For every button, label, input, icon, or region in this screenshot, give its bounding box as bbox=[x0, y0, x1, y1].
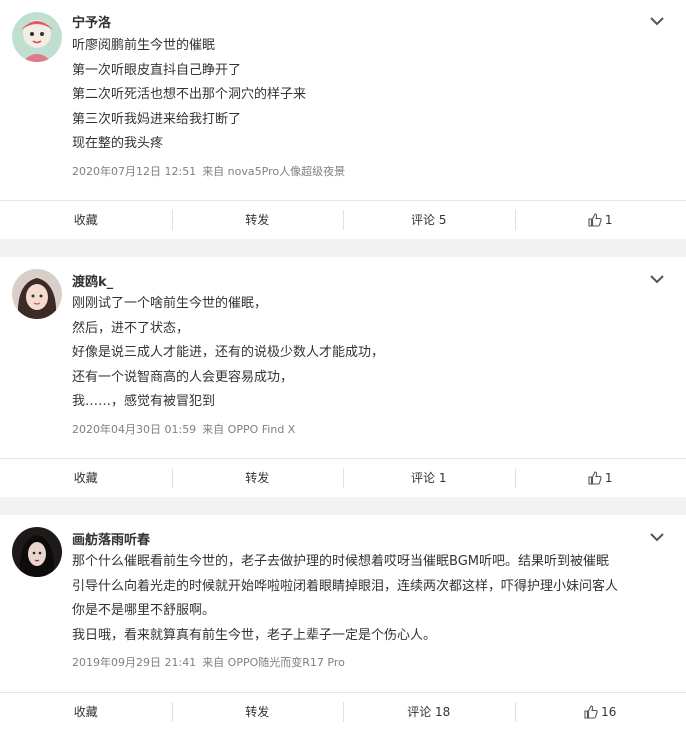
comment-button[interactable]: 评论 18 bbox=[343, 693, 515, 730]
comment-line: 听廖阅鹏前生今世的催眠 bbox=[72, 38, 216, 53]
source: 来自 OPPO Find X bbox=[202, 423, 296, 436]
comment-line: 我……，感觉有被冒犯到 bbox=[72, 394, 216, 410]
avatar[interactable] bbox=[12, 12, 62, 62]
comment-meta: 2019年09月29日 21:41 来自 OPPO随光而变R17 Pro bbox=[72, 654, 345, 670]
timestamp[interactable]: 2020年04月30日 01:59 bbox=[72, 423, 196, 436]
thumbs-up-icon bbox=[584, 704, 598, 719]
comment-text: 听廖阅鹏前生今世的催眠 第一次听眼皮直抖自己睁开了 第二次听死活也想不出那个洞穴… bbox=[72, 34, 662, 157]
comment-line: 好像是说三成人才能进，还有的说极少数人才能成功， bbox=[72, 345, 385, 361]
repost-button[interactable]: 转发 bbox=[171, 201, 344, 238]
repost-label: 转发 bbox=[245, 213, 270, 227]
comment-button[interactable]: 评论 5 bbox=[343, 201, 515, 238]
like-count: 1 bbox=[604, 470, 613, 485]
like-button[interactable]: 1 bbox=[514, 201, 686, 238]
avatar[interactable] bbox=[12, 269, 62, 319]
repost-button[interactable]: 转发 bbox=[171, 459, 344, 496]
collect-button[interactable]: 收藏 bbox=[0, 459, 172, 496]
comment-text: 那个什么催眠看前生今世的，老子去做护理的时候想着哎呀当催眠BGM听吧。结果听到被… bbox=[72, 550, 662, 648]
comment-line: 你是不是哪里不舒服啊。 bbox=[72, 603, 216, 619]
comment-card: 宁予洛 听廖阅鹏前生今世的催眠 第一次听眼皮直抖自己睁开了 第二次听死活也想不出… bbox=[0, 0, 686, 239]
avatar[interactable] bbox=[12, 527, 62, 577]
comment-meta: 2020年04月30日 01:59 来自 OPPO Find X bbox=[72, 421, 295, 437]
comment-label: 评论 18 bbox=[407, 705, 451, 719]
collect-label: 收藏 bbox=[73, 213, 98, 227]
repost-button[interactable]: 转发 bbox=[171, 693, 344, 730]
comment-line: 引导什么向着光走的时候就开始哗啦啦闭着眼睛掉眼泪，连续两次都这样，吓得护理小妹问… bbox=[72, 578, 619, 594]
comment-text: 刚刚试了一个啥前生今世的催眠， 然后，进不了状态， 好像是说三成人才能进，还有的… bbox=[72, 292, 662, 415]
like-button[interactable]: 1 bbox=[514, 459, 686, 496]
comment-card: 渡鸥k_ 刚刚试了一个啥前生今世的催眠， 然后，进不了状态， 好像是说三成人才能… bbox=[0, 257, 686, 497]
user-name[interactable]: 画舫落雨听春 bbox=[72, 529, 150, 548]
collect-button[interactable]: 收藏 bbox=[0, 693, 172, 730]
action-bar: 收藏 转发 评论 1 1 bbox=[0, 458, 686, 496]
chevron-down-icon[interactable] bbox=[650, 532, 664, 542]
comment-line: 然后，进不了状态， bbox=[72, 320, 190, 336]
user-name[interactable]: 渡鸥k_ bbox=[72, 271, 113, 290]
collect-button[interactable]: 收藏 bbox=[0, 201, 172, 238]
comment-line: 还有一个说智商高的人会更容易成功， bbox=[72, 369, 294, 385]
repost-label: 转发 bbox=[245, 705, 270, 719]
collect-label: 收藏 bbox=[73, 471, 98, 485]
action-bar: 收藏 转发 评论 18 16 bbox=[0, 692, 686, 730]
comment-line: 我日哦，看来就算真有前生今世，老子上辈子一定是个伤心人。 bbox=[72, 627, 437, 643]
like-button[interactable]: 16 bbox=[514, 693, 686, 730]
comment-meta: 2020年07月12日 12:51 来自 nova5Pro人像超级夜景 bbox=[72, 163, 345, 179]
thumbs-up-icon bbox=[588, 212, 602, 227]
user-name[interactable]: 宁予洛 bbox=[72, 12, 111, 31]
comment-card: 画舫落雨听春 那个什么催眠看前生今世的，老子去做护理的时候想着哎呀当催眠BGM听… bbox=[0, 515, 686, 731]
comment-line: 第二次听死活也想不出那个洞穴的样子来 bbox=[72, 87, 307, 103]
comment-label: 评论 1 bbox=[411, 471, 447, 485]
action-bar: 收藏 转发 评论 5 1 bbox=[0, 200, 686, 238]
comment-label: 评论 5 bbox=[411, 213, 447, 227]
source: 来自 OPPO随光而变R17 Pro bbox=[202, 656, 345, 669]
repost-label: 转发 bbox=[245, 471, 270, 485]
timestamp[interactable]: 2020年07月12日 12:51 bbox=[72, 165, 196, 178]
timestamp[interactable]: 2019年09月29日 21:41 bbox=[72, 656, 196, 669]
comment-line: 第一次听眼皮直抖自己睁开了 bbox=[72, 62, 242, 78]
comment-line: 那个什么催眠看前生今世的，老子去做护理的时候想着哎呀当催眠BGM听吧。结果听到被… bbox=[72, 554, 609, 569]
thumbs-up-icon bbox=[588, 470, 602, 485]
chevron-down-icon[interactable] bbox=[650, 274, 664, 284]
comment-button[interactable]: 评论 1 bbox=[343, 459, 515, 496]
comment-line: 刚刚试了一个啥前生今世的催眠， bbox=[72, 296, 268, 311]
comment-line: 第三次听我妈进来给我打断了 bbox=[72, 111, 242, 127]
like-count: 16 bbox=[601, 704, 617, 719]
source: 来自 nova5Pro人像超级夜景 bbox=[202, 165, 346, 178]
comment-line: 现在整的我头疼 bbox=[72, 136, 164, 152]
chevron-down-icon[interactable] bbox=[650, 16, 664, 26]
like-count: 1 bbox=[604, 212, 613, 227]
collect-label: 收藏 bbox=[73, 705, 98, 719]
